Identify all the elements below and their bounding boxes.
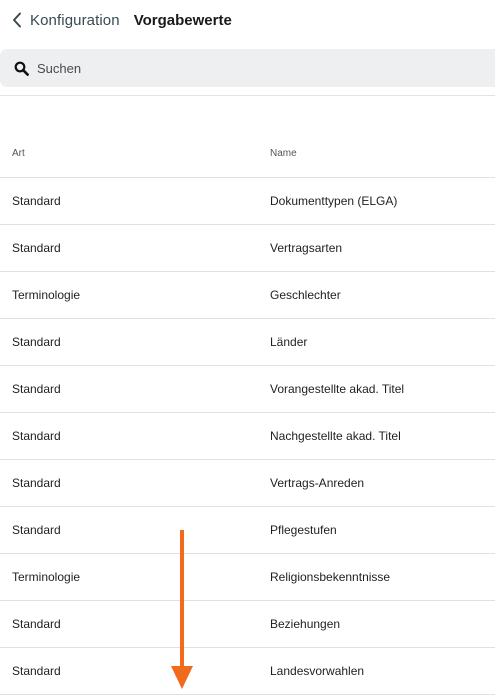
cell-name: Vorangestellte akad. Titel <box>270 382 405 396</box>
table-row[interactable]: Terminologie Religionsbekenntnisse <box>0 554 495 601</box>
cell-name: Geschlechter <box>270 288 341 302</box>
table-row[interactable]: Terminologie Geschlechter <box>0 272 495 319</box>
cell-name: Pflegestufen <box>270 523 337 537</box>
table-row[interactable]: Standard Pflegestufen <box>0 507 495 554</box>
cell-art: Standard <box>12 382 61 396</box>
table-row[interactable]: Standard Beziehungen <box>0 601 495 648</box>
cell-name: Beziehungen <box>270 617 341 631</box>
cell-art: Standard <box>12 617 61 631</box>
cell-art: Standard <box>12 241 61 255</box>
column-header-art[interactable]: Art <box>0 148 270 159</box>
defaults-table: Art Name Standard Dokumenttypen (ELGA) Sta… <box>0 130 495 695</box>
header-divider <box>0 95 495 96</box>
table-row[interactable]: Standard Länder <box>0 319 495 366</box>
table-row[interactable]: Standard Dokumenttypen (ELGA) <box>0 178 495 225</box>
top-bar: Konfiguration Vorgabewerte <box>0 0 495 40</box>
cell-art: Terminologie <box>12 570 81 584</box>
cell-name: Vertragsarten <box>270 241 343 255</box>
column-header-name[interactable]: Name <box>270 148 495 159</box>
cell-name: Länder <box>270 335 308 349</box>
cell-name: Landesvorwahlen <box>270 664 365 678</box>
table-row[interactable]: Standard Vorangestellte akad. Titel <box>0 366 495 413</box>
cell-art: Standard <box>12 523 61 537</box>
cell-name: Dokumenttypen (ELGA) <box>270 194 398 208</box>
cell-art: Standard <box>12 429 61 443</box>
arrow-down-icon <box>171 530 193 689</box>
back-label: Konfiguration <box>30 11 120 29</box>
cell-art: Standard <box>12 476 61 490</box>
table-row[interactable]: Standard Landesvorwahlen <box>0 648 495 695</box>
table-row[interactable]: Standard Vertragsarten <box>0 225 495 272</box>
cell-art: Standard <box>12 664 61 678</box>
cell-art: Standard <box>12 194 61 208</box>
cell-name: Nachgestellte akad. Titel <box>270 429 401 443</box>
cell-name: Religionsbekenntnisse <box>270 570 391 584</box>
back-button[interactable]: Konfiguration <box>12 12 120 29</box>
page-title: Vorgabewerte <box>133 11 232 29</box>
table-row[interactable]: Standard Vertrags-Anreden <box>0 460 495 507</box>
table-header: Art Name <box>0 130 495 178</box>
search-input[interactable] <box>35 59 439 77</box>
search-bar[interactable] <box>0 49 495 87</box>
chevron-left-icon <box>13 12 21 28</box>
table-row[interactable]: Standard Nachgestellte akad. Titel <box>0 413 495 460</box>
table-body: Standard Dokumenttypen (ELGA) Standard Vert… <box>0 178 495 695</box>
cell-art: Standard <box>12 335 61 349</box>
search-icon <box>14 61 29 76</box>
cell-name: Vertrags-Anreden <box>270 476 365 490</box>
cell-art: Terminologie <box>12 288 81 302</box>
